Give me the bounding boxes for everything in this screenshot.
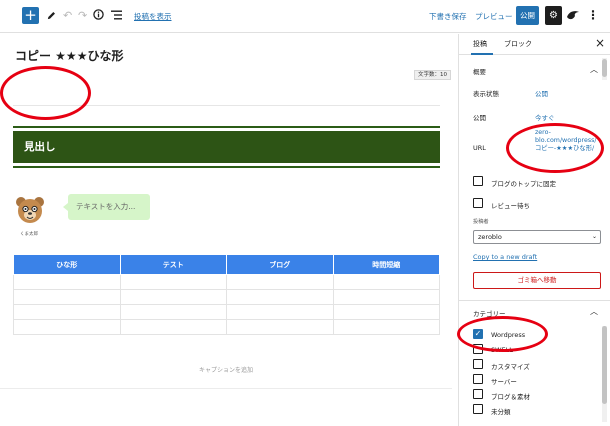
annotation-circle-url	[506, 123, 604, 173]
tab-post[interactable]: 投稿	[473, 39, 487, 49]
publish-date-label: 公開	[473, 114, 486, 122]
table-row	[13, 319, 440, 335]
stick-to-top-label[interactable]: ブログのトップに固定	[491, 178, 556, 188]
category-label[interactable]: カスタマイズ	[491, 361, 530, 371]
active-tab-indicator	[471, 53, 493, 55]
publish-date-toggle[interactable]: 今すぐ	[535, 112, 555, 122]
table-cell[interactable]	[332, 274, 440, 290]
table-cell[interactable]	[226, 319, 334, 335]
category-label[interactable]: ブログ＆素材	[491, 391, 530, 401]
settings-sidebar: 投稿 ブロック × 概要 ︿ 表示状態 公開 公開 今すぐ URL zero-b…	[458, 34, 610, 426]
annotation-circle-title	[0, 66, 91, 120]
table-row	[13, 274, 440, 290]
gear-icon: ⚙	[549, 10, 558, 21]
table-cell[interactable]	[13, 304, 121, 320]
category-label[interactable]: サーバー	[491, 376, 517, 386]
table-cell[interactable]	[226, 304, 334, 320]
close-sidebar-button[interactable]: ×	[595, 36, 605, 50]
visibility-label: 表示状態	[473, 90, 499, 98]
table-cell[interactable]	[13, 274, 121, 290]
plus-icon: +	[24, 6, 37, 24]
add-block-button[interactable]: +	[22, 7, 39, 24]
redo-icon: ↷	[78, 9, 88, 22]
close-icon: ×	[595, 36, 606, 50]
author-label: 投稿者	[473, 219, 489, 225]
annotation-circle-category	[457, 316, 548, 352]
category-checkbox-customize[interactable]	[473, 359, 483, 369]
table-cell[interactable]	[119, 289, 227, 305]
word-count: 文字数：10	[414, 70, 451, 80]
category-label[interactable]: 未分類	[491, 406, 511, 416]
editor-toolbar: + ↶ ↷ 投稿を表示 下書き保存 プレビュー 公開 ⚙ ⋮	[0, 0, 610, 33]
speech-balloon[interactable]: テキストを入力...	[63, 194, 150, 220]
details-button[interactable]	[93, 9, 104, 20]
view-post-link[interactable]: 投稿を表示	[134, 11, 172, 22]
list-view-button[interactable]	[111, 10, 122, 20]
table-row	[13, 289, 440, 305]
heading-top-line	[13, 126, 440, 128]
chevron-down-icon: ⌄	[591, 233, 597, 240]
table-cell[interactable]	[226, 274, 334, 290]
category-checkbox-server[interactable]	[473, 374, 483, 384]
author-select[interactable]: zeroblo ⌄	[473, 230, 601, 244]
table-cell[interactable]	[119, 319, 227, 335]
table-header-cell[interactable]: 時間短縮	[332, 254, 440, 275]
undo-button[interactable]: ↶	[63, 9, 72, 22]
visibility-toggle[interactable]: 公開	[535, 88, 548, 98]
sidebar-scrollbar-thumb[interactable]	[602, 59, 607, 77]
info-icon	[93, 9, 104, 20]
more-vertical-icon: ⋮	[587, 8, 599, 22]
redo-button[interactable]: ↷	[78, 9, 87, 22]
table-block[interactable]: ひな形 テスト ブログ 時間短縮	[13, 254, 440, 335]
categories-scrollbar-thumb[interactable]	[602, 326, 607, 404]
publish-button[interactable]: 公開	[516, 6, 539, 25]
author-select-value: zeroblo	[478, 233, 502, 241]
avatar-name: くま太郎	[20, 232, 38, 237]
stick-to-top-checkbox[interactable]	[473, 176, 483, 186]
chevron-up-icon[interactable]: ︿	[590, 306, 598, 317]
swell-plugin-button[interactable]	[566, 8, 580, 22]
table-cell[interactable]	[13, 289, 121, 305]
url-label: URL	[473, 144, 486, 152]
table-row	[13, 304, 440, 320]
undo-icon: ↶	[63, 9, 73, 22]
table-header-cell[interactable]: テスト	[119, 254, 227, 275]
editor-footer-line	[0, 388, 452, 389]
post-title[interactable]: コピー ★★★ひな形	[15, 47, 123, 64]
table-cell[interactable]	[332, 289, 440, 305]
pencil-icon	[47, 12, 55, 20]
options-button[interactable]: ⋮	[587, 8, 599, 22]
pending-review-checkbox[interactable]	[473, 198, 483, 208]
table-cell[interactable]	[13, 319, 121, 335]
tab-block[interactable]: ブロック	[504, 39, 532, 49]
swell-logo-icon	[567, 11, 579, 20]
panel-divider	[459, 300, 610, 301]
category-checkbox-blog-materials[interactable]	[473, 389, 483, 399]
table-cell[interactable]	[119, 304, 227, 320]
table-caption-input[interactable]: キャプションを追加	[0, 365, 452, 374]
bear-avatar-icon	[16, 197, 44, 223]
speech-avatar[interactable]	[15, 195, 45, 227]
copy-to-draft-link[interactable]: Copy to a new draft	[473, 253, 537, 261]
chevron-up-icon[interactable]: ︿	[590, 64, 598, 75]
sidebar-tabs: 投稿 ブロック ×	[459, 34, 610, 55]
settings-button[interactable]: ⚙	[545, 6, 562, 25]
table-header-row: ひな形 テスト ブログ 時間短縮	[13, 254, 440, 275]
table-cell[interactable]	[332, 304, 440, 320]
edit-tool-button[interactable]	[46, 10, 57, 21]
category-checkbox-uncategorized[interactable]	[473, 404, 483, 414]
heading-block[interactable]: 見出し	[13, 131, 440, 163]
move-to-trash-button[interactable]: ゴミ箱へ移動	[473, 272, 601, 289]
list-view-icon	[111, 10, 122, 20]
pending-review-label[interactable]: レビュー待ち	[491, 200, 530, 210]
table-header-cell[interactable]: ひな形	[13, 254, 121, 275]
table-header-cell[interactable]: ブログ	[226, 254, 334, 275]
table-cell[interactable]	[226, 289, 334, 305]
summary-panel-title[interactable]: 概要	[473, 66, 486, 76]
preview-button[interactable]: プレビュー	[475, 11, 513, 22]
table-cell[interactable]	[332, 319, 440, 335]
table-cell[interactable]	[119, 274, 227, 290]
heading-bottom-line	[13, 166, 440, 168]
save-draft-button[interactable]: 下書き保存	[429, 11, 467, 22]
